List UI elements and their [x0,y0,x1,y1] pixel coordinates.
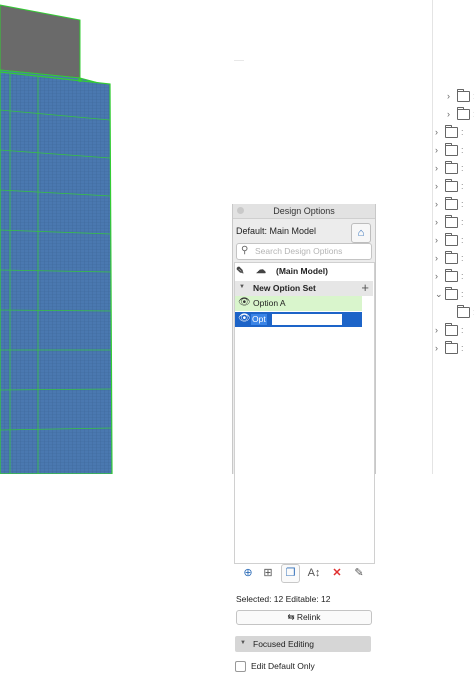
main-model-row[interactable]: ✎ ☁ (Main Model) [236,264,372,280]
folder-icon [445,269,458,282]
panel-title-bar: Design Options [233,204,375,219]
option-name-input[interactable] [271,313,343,326]
folder-icon [445,215,458,228]
tree-item-tick: : [461,271,464,281]
collapse-triangle-icon[interactable]: ▼ [239,284,245,290]
chevron-right-icon[interactable]: › [435,127,438,137]
tree-item-tick: : [461,235,464,245]
set-default-button[interactable]: ⌂ [351,223,371,243]
close-dot-icon[interactable] [237,207,244,214]
option-a-row[interactable]: 👁 Option A [235,296,362,311]
chevron-right-icon[interactable]: › [435,199,438,209]
roof-block [0,4,81,79]
chevron-right-icon[interactable]: › [435,343,438,353]
folder-icon [457,107,470,120]
default-label: Default: Main Model [236,226,317,236]
eye-icon[interactable]: 👁 [238,313,251,324]
search-icon: ⚲ [241,245,249,256]
option-set-label: New Option Set [253,283,316,293]
folder-icon [445,143,458,156]
3d-viewport[interactable] [0,0,232,474]
chevron-right-icon[interactable]: › [435,235,438,245]
edit-default-only-row[interactable]: Edit Default Only [235,660,377,674]
folder-icon [445,251,458,264]
focused-editing-label: Focused Editing [253,639,314,649]
delete-icon[interactable]: ✕ [328,564,346,582]
chevron-right-icon[interactable]: › [435,271,438,281]
chevron-right-icon[interactable]: › [435,325,438,335]
folder-icon [445,179,458,192]
folder-icon [445,287,458,300]
building-facade [0,71,113,474]
tree-item-tick: : [461,343,464,353]
cloud-icon: ☁ [256,265,266,276]
chevron-right-icon[interactable]: › [435,253,438,263]
tree-item-tick: : [461,127,464,137]
main-model-label: (Main Model) [276,266,328,276]
chevron-right-icon[interactable]: › [435,181,438,191]
chevron-right-icon[interactable]: › [435,145,438,155]
rename-icon[interactable]: A↕ [305,564,323,582]
building-model[interactable] [0,0,232,474]
tree-item-tick: : [461,253,464,263]
folder-icon [445,161,458,174]
tree-item-tick: : [461,181,464,191]
default-row: Default: Main Model ⌂ [233,222,375,243]
folder-icon [445,233,458,246]
pencil-icon[interactable]: ✎ [236,266,244,277]
selection-info: Selected: 12 Editable: 12 [236,594,331,604]
tree-item-tick: : [461,217,464,227]
chevron-right-icon[interactable]: › [435,163,438,173]
eye-icon[interactable]: 👁 [238,297,251,308]
tree-item-tick: : [461,325,464,335]
add-option-icon[interactable]: ⊕ [239,564,257,582]
option-set-row[interactable]: ▼ New Option Set + [235,280,373,296]
duplicate-icon[interactable]: ❐ [281,564,300,583]
chevron-right-icon[interactable]: › [435,217,438,227]
folder-icon [457,305,470,318]
folder-icon [445,341,458,354]
focused-editing-header[interactable]: ▼ Focused Editing [235,636,371,652]
relink-button[interactable]: ⇆ Relink [236,610,372,625]
panel-toolbar: ⊕ ⊞ ❐ A↕ ✕ ✎ [233,562,375,584]
folder-icon [445,125,458,138]
add-option-icon[interactable]: + [361,280,369,295]
project-tree: ›:›:›:›:›:›:›:›:›:›:›:⌄::›:›: [432,0,474,474]
search-input[interactable] [255,245,365,257]
option-name-text[interactable]: Opt [251,314,267,325]
tree-item-tick: : [461,289,464,299]
chevron-down-icon[interactable]: ⌄ [435,289,443,300]
chevron-right-icon[interactable]: › [447,109,450,119]
edit-default-only-label: Edit Default Only [251,661,315,671]
tree-item-tick: : [461,163,464,173]
edit-icon[interactable]: ✎ [350,564,368,582]
tree-item-tick: : [461,199,464,209]
tree-item-tick: : [461,145,464,155]
folder-icon [445,323,458,336]
divider [234,60,244,61]
edit-default-only-checkbox[interactable] [235,661,246,672]
relink-label: Relink [296,612,321,622]
design-options-panel: Design Options Default: Main Model ⌂ ⚲ ✎… [232,204,376,672]
folder-icon [445,197,458,210]
relink-icon: ⇆ [287,612,297,622]
panel-title: Design Options [273,206,335,216]
search-box[interactable]: ⚲ [236,243,372,260]
folder-icon [457,89,470,102]
option-edit-row[interactable]: 👁 Opt [235,312,362,327]
chevron-right-icon[interactable]: › [447,91,450,101]
option-a-label: Option A [253,298,286,308]
collapse-triangle-icon[interactable]: ▼ [240,640,246,646]
add-set-icon[interactable]: ⊞ [259,564,277,582]
